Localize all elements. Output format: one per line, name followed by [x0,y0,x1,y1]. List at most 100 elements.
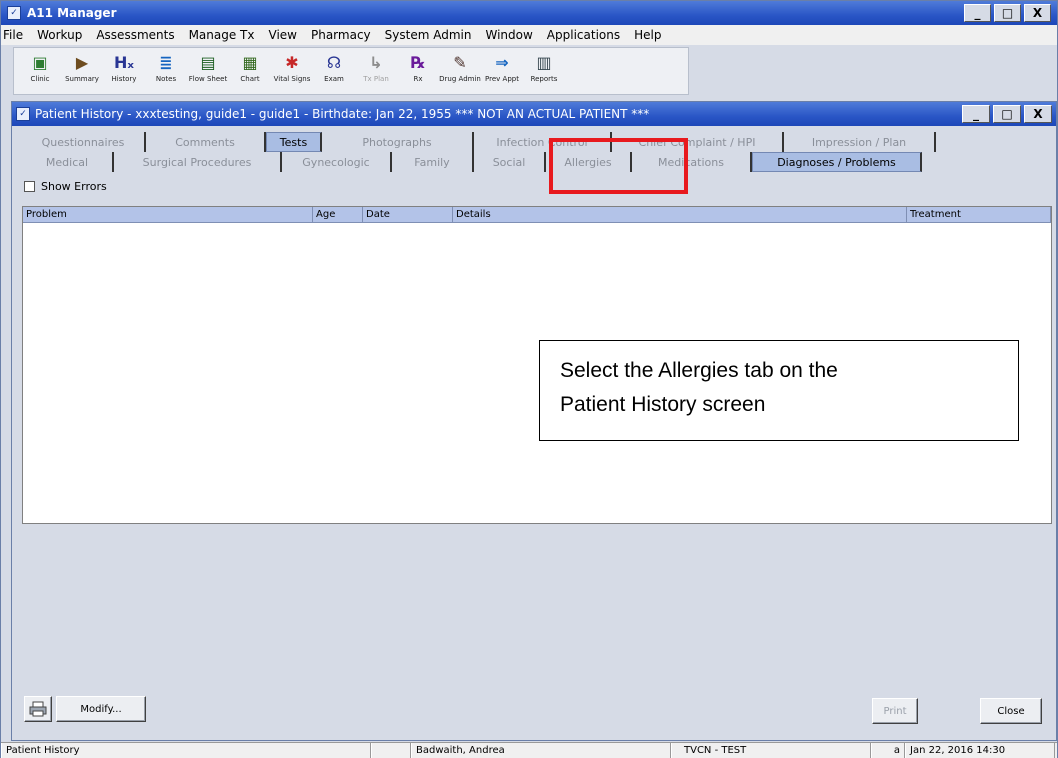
status-spacer [371,743,411,758]
close-window-button[interactable]: Close [980,698,1042,724]
child-title: Patient History - xxxtesting, guide1 - g… [35,107,650,121]
column-header-date[interactable]: Date [363,207,453,223]
modify-button[interactable]: Modify... [56,696,146,722]
window-icon: ✓ [16,107,30,121]
close-button[interactable]: X [1024,4,1051,22]
child-maximize-button[interactable]: □ [993,105,1021,123]
toolbar-drug-admin-button[interactable]: ✎ Drug Admin [439,48,481,94]
tab-social[interactable]: Social [474,152,546,172]
menu-window[interactable]: Window [485,28,532,42]
maximize-button[interactable]: □ [994,4,1021,22]
column-header-treatment[interactable]: Treatment [907,207,1051,223]
status-bar: Patient History Badwaith, Andrea TVCN - … [1,742,1057,758]
toolbar-reports-button[interactable]: ▥ Reports [524,48,564,94]
allergies-highlight-box [549,138,688,194]
folder-icon: ▣ [32,52,48,72]
column-header-details[interactable]: Details [453,207,907,223]
callout-line-1: Select the Allergies tab on the [560,359,838,382]
toolbar-exam-button[interactable]: ☊ Exam [314,48,354,94]
app-title: A11 Manager [27,6,117,20]
instruction-callout: Select the Allergies tab on the Patient … [539,340,1019,441]
status-screen: Patient History [1,743,371,758]
toolbar-vital-signs-button[interactable]: ✱ Vital Signs [272,48,312,94]
minimize-button[interactable]: _ [964,4,991,22]
txplan-icon: ↳ [369,52,383,72]
tab-row-2: Medical Surgical Procedures Gynecologic Fam… [22,152,922,172]
toolbar-label: Notes [155,75,177,83]
tab-diagnoses-problems[interactable]: Diagnoses / Problems [752,152,922,172]
print-button[interactable]: Print [872,698,918,724]
show-errors-label: Show Errors [41,180,107,193]
print-icon-button[interactable] [24,696,52,722]
tab-row-1: Questionnaires Comments Tests Photographs In… [22,132,936,152]
drug-admin-icon: ✎ [453,52,467,72]
app-titlebar: ✓ A11 Manager _ □ X [1,1,1057,25]
tab-impression-plan[interactable]: Impression / Plan [784,132,936,152]
toolbar-label: Prev Appt [485,75,519,83]
toolbar: ▣ Clinic ▶ Summary Hₓ History ≣ Notes ▤ Flow Shee… [13,47,689,95]
toolbar-prev-appt-button[interactable]: ⇒ Prev Appt [482,48,522,94]
show-errors-checkbox[interactable]: Show Errors [24,180,107,193]
menu-assessments[interactable]: Assessments [96,28,174,42]
checkbox-box[interactable] [24,181,35,192]
menu-pharmacy[interactable]: Pharmacy [311,28,371,42]
prev-appt-icon: ⇒ [495,52,509,72]
menu-workup[interactable]: Workup [37,28,82,42]
toolbar-label: Rx [413,75,423,83]
toolbar-label: Drug Admin [439,75,481,83]
toolbar-label: History [111,75,137,83]
toolbar-label: Flow Sheet [188,75,228,83]
tab-tests[interactable]: Tests [266,132,322,152]
menu-system-admin[interactable]: System Admin [385,28,472,42]
rx-icon: ℞ [410,52,426,72]
menu-manage-tx[interactable]: Manage Tx [189,28,255,42]
toolbar-clinic-button[interactable]: ▣ Clinic [20,48,60,94]
status-environment: TVCN - TEST [671,743,871,758]
column-header-age[interactable]: Age [313,207,363,223]
vitals-icon: ✱ [285,52,299,72]
column-header-problem[interactable]: Problem [23,207,313,223]
toolbar-rx-button[interactable]: ℞ Rx [398,48,438,94]
menu-view[interactable]: View [269,28,297,42]
hx-icon: Hₓ [114,52,134,72]
menu-help[interactable]: Help [634,28,661,42]
chart-icon: ▦ [242,52,258,72]
toolbar-label: Vital Signs [273,75,311,83]
child-titlebar: ✓ Patient History - xxxtesting, guide1 -… [12,102,1056,126]
toolbar-tx-plan-button[interactable]: ↳ Tx Plan [356,48,396,94]
toolbar-label: Clinic [30,75,50,83]
menubar: File Workup Assessments Manage Tx View Pharma… [1,25,1057,45]
toolbar-summary-button[interactable]: ▶ Summary [62,48,102,94]
tab-family[interactable]: Family [392,152,474,172]
child-minimize-button[interactable]: _ [962,105,990,123]
status-user: Badwaith, Andrea [411,743,671,758]
tab-questionnaires[interactable]: Questionnaires [22,132,146,152]
menu-file[interactable]: File [3,28,23,42]
toolbar-flow-sheet-button[interactable]: ▤ Flow Sheet [188,48,228,94]
toolbar-history-button[interactable]: Hₓ History [104,48,144,94]
grid-header: Problem Age Date Details Treatment [23,207,1051,223]
toolbar-chart-button[interactable]: ▦ Chart [230,48,270,94]
status-datetime: Jan 22, 2016 14:30 [905,743,1055,758]
status-indicator: a [871,743,905,758]
tab-surgical-procedures[interactable]: Surgical Procedures [114,152,282,172]
tab-gynecologic[interactable]: Gynecologic [282,152,392,172]
notes-icon: ≣ [159,52,173,72]
menu-applications[interactable]: Applications [547,28,620,42]
toolbar-label: Chart [240,75,260,83]
folder-arrow-icon: ▶ [75,52,89,72]
toolbar-label: Reports [530,75,558,83]
tab-photographs[interactable]: Photographs [322,132,474,152]
flowsheet-icon: ▤ [200,52,216,72]
callout-line-2: Patient History screen [560,393,766,416]
toolbar-label: Exam [324,75,344,83]
tab-comments[interactable]: Comments [146,132,266,152]
toolbar-label: Tx Plan [363,75,389,83]
child-close-button[interactable]: X [1024,105,1052,123]
printer-icon [29,701,47,717]
app-icon: ✓ [7,6,21,20]
app-window: ✓ A11 Manager _ □ X File Workup Assessment… [0,0,1058,758]
reports-icon: ▥ [536,52,552,72]
toolbar-notes-button[interactable]: ≣ Notes [146,48,186,94]
tab-medical[interactable]: Medical [22,152,114,172]
